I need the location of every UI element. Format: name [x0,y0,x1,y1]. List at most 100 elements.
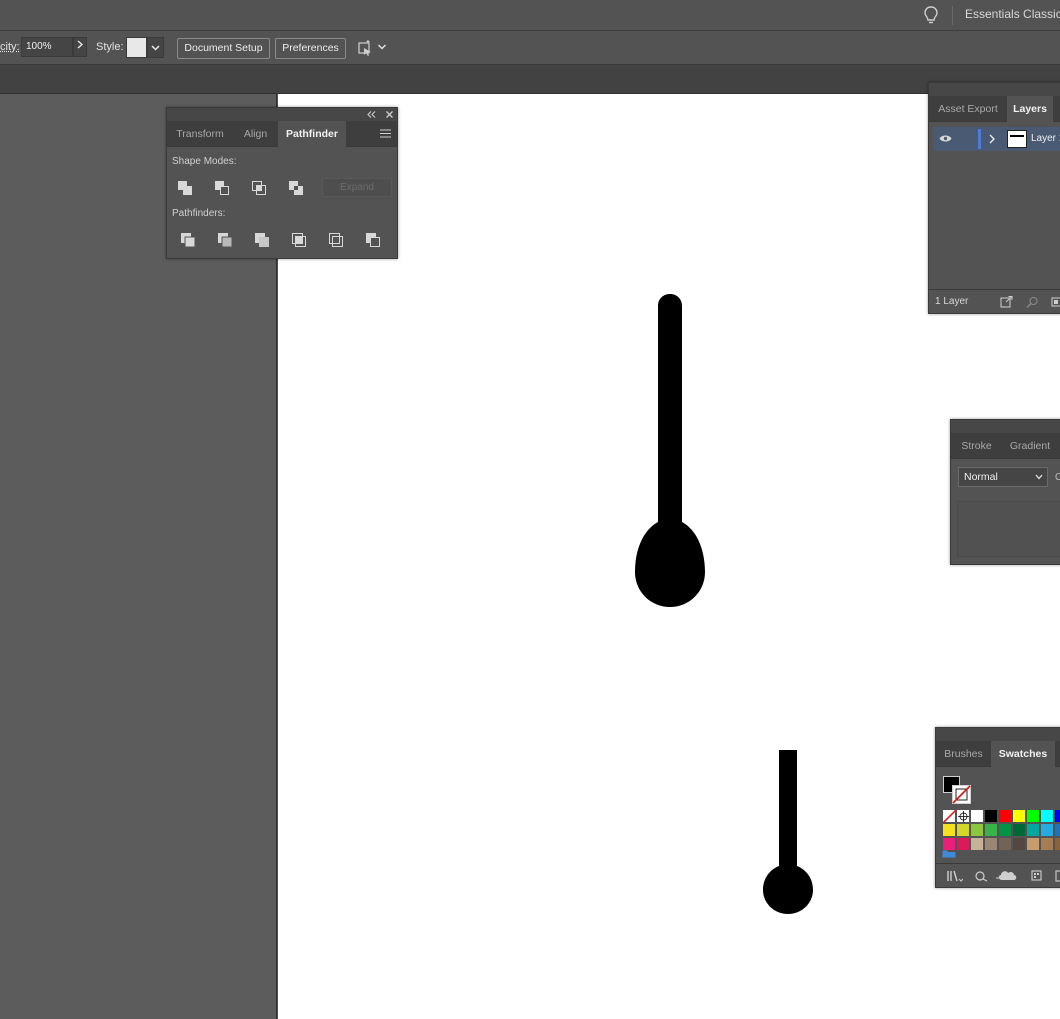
panel-content-area [957,501,1060,557]
color-swatch[interactable] [1027,810,1040,823]
chevron-down-icon[interactable] [377,43,387,51]
graphic-style-dropdown[interactable] [147,37,164,58]
color-swatch[interactable] [999,838,1012,851]
swatches-panel: Brushes Swatches [935,727,1060,888]
color-swatch[interactable] [1055,838,1060,851]
layer-name[interactable]: Layer 1 [1031,133,1060,144]
export-icon[interactable] [1000,296,1013,308]
panel-tabs: Transform Align Pathfinder [167,121,397,147]
show-kinds-icon[interactable] [974,870,988,882]
crop-icon[interactable] [291,232,307,248]
arrange-documents-icon[interactable] [356,39,374,57]
color-swatch[interactable] [1041,810,1054,823]
tab-asset-export[interactable]: Asset Export [929,96,1007,122]
swatch-options-icon[interactable] [1055,870,1060,882]
swatches-footer [936,863,1060,887]
color-swatch[interactable] [999,824,1012,837]
color-swatch[interactable] [1027,824,1040,837]
large-thermometer-shape[interactable] [635,294,705,607]
outline-icon[interactable] [328,232,344,248]
blend-mode-select[interactable]: Normal [958,467,1048,487]
collapse-icon[interactable] [367,111,376,118]
panel-menu-icon[interactable] [380,129,391,138]
document-tab-strip [0,65,1060,94]
color-group-folder-icon[interactable] [942,849,956,858]
panel-title-bar[interactable] [936,728,1060,741]
workspace-switcher[interactable]: Essentials Classic [965,7,1060,21]
panel-title-bar[interactable] [167,108,397,121]
color-swatch[interactable] [1013,838,1026,851]
minus-back-icon[interactable] [365,232,381,248]
color-swatch[interactable] [1041,838,1054,851]
expand-button[interactable]: Expand [322,178,392,197]
chevron-right-icon [77,40,84,49]
color-swatch[interactable] [985,824,998,837]
tab-transform[interactable]: Transform [167,121,233,147]
panel-title-bar[interactable] [951,420,1060,433]
panel-title-bar[interactable] [929,83,1060,96]
color-swatch[interactable] [1013,824,1026,837]
color-swatch[interactable] [957,824,970,837]
chevron-down-icon [151,45,160,51]
layer-color-indicator [978,129,981,149]
style-label: Style: [96,41,124,53]
tab-layers[interactable]: Layers [1007,96,1053,122]
color-swatch[interactable] [1027,838,1040,851]
document-setup-button[interactable]: Document Setup [177,38,270,59]
shape-modes-label: Shape Modes: [172,156,237,167]
minus-front-icon[interactable] [214,180,230,196]
opacity-slider-button[interactable] [73,37,87,57]
clipping-mask-icon[interactable] [1051,296,1060,308]
opacity-input[interactable]: 100% [21,37,73,57]
chevron-right-icon[interactable] [989,134,995,144]
color-swatch[interactable] [985,810,998,823]
color-swatch[interactable] [971,838,984,851]
color-swatch[interactable] [1013,810,1026,823]
tab-gradient[interactable]: Gradient [1002,433,1058,459]
tab-brushes[interactable]: Brushes [936,741,991,767]
tab-swatches[interactable]: Swatches [991,741,1055,767]
color-swatch[interactable] [971,824,984,837]
pathfinder-panel: Transform Align Pathfinder Shape Modes: … [166,107,398,259]
color-swatch[interactable] [971,810,984,823]
color-swatch[interactable] [985,838,998,851]
registration-swatch[interactable] [957,810,970,823]
divide-icon[interactable] [180,232,196,248]
chevron-down-icon [1035,474,1043,480]
color-swatch[interactable] [1041,824,1054,837]
exclude-icon[interactable] [288,180,304,196]
layer-row[interactable]: Layer 1 [933,127,1060,151]
tab-align[interactable]: Align [233,121,278,147]
eye-icon[interactable] [939,134,952,143]
unite-icon[interactable] [177,180,193,196]
cloud-icon[interactable] [996,868,1018,882]
panel-tabs: Brushes Swatches [936,741,1060,767]
close-icon[interactable] [386,111,393,118]
panel-tabs: Stroke Gradient [951,433,1060,459]
graphic-style-swatch[interactable] [126,37,147,58]
new-color-group-icon[interactable] [1031,870,1045,882]
opacity-label[interactable]: city: [0,41,20,53]
lightbulb-icon[interactable] [922,5,940,25]
color-swatch[interactable] [1055,810,1060,823]
divider [952,6,953,25]
tab-pathfinder[interactable]: Pathfinder [278,121,346,147]
tab-stroke[interactable]: Stroke [951,433,1002,459]
color-swatch[interactable] [999,810,1012,823]
preferences-button[interactable]: Preferences [275,38,346,59]
swatch-libraries-icon[interactable] [947,870,963,882]
merge-icon[interactable] [254,232,270,248]
layer-thumbnail [1007,130,1027,148]
trim-icon[interactable] [217,232,233,248]
stroke-none-swatch[interactable] [952,785,971,804]
opacity-label: O [1055,472,1060,483]
search-icon[interactable] [1026,296,1039,308]
application-bar: Essentials Classic [0,0,1060,31]
intersect-icon[interactable] [251,180,267,196]
pathfinders-label: Pathfinders: [172,208,226,219]
color-swatch[interactable] [957,838,970,851]
small-thermometer-shape[interactable] [763,750,813,914]
color-swatch[interactable] [1055,824,1060,837]
color-swatch[interactable] [943,824,956,837]
none-swatch[interactable] [942,809,957,824]
